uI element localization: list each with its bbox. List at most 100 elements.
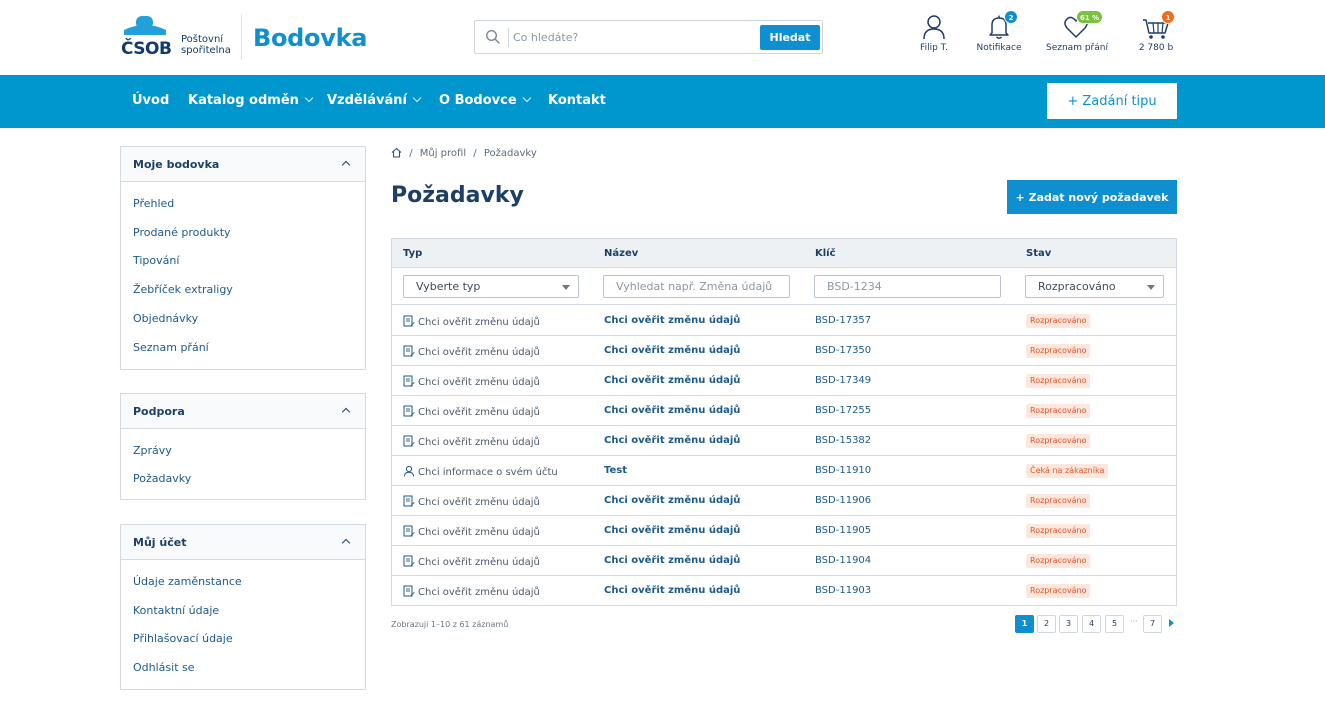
csob-logo[interactable]: ČSOB Poštovní spořitelna [121, 16, 231, 60]
brand-name[interactable]: Bodovka [253, 24, 367, 52]
breadcrumb-item-profil[interactable]: Můj profil [420, 148, 466, 159]
table-row[interactable]: Chci ověřit změnu údajů Chci ověřit změnu… [392, 306, 1176, 336]
table-row[interactable]: Chci ověřit změnu údajů Chci ověřit změnu… [392, 516, 1176, 546]
chevron-up-icon [341, 407, 351, 417]
status-badge: Rozpracováno [1026, 584, 1091, 598]
page-button-5[interactable]: 5 [1105, 615, 1124, 633]
nav-item-uvod[interactable]: Úvod [132, 93, 169, 108]
row-key-link[interactable]: BSD-17255 [815, 405, 871, 416]
page-button-4[interactable]: 4 [1082, 615, 1101, 633]
row-key-link[interactable]: BSD-11906 [815, 495, 871, 506]
row-key-link[interactable]: BSD-11905 [815, 525, 871, 536]
table-row[interactable]: Chci informace o svém účtu Test BSD-11910 Č… [392, 456, 1176, 486]
row-name-link[interactable]: Chci ověřit změnu údajů [604, 405, 740, 416]
status-badge: Rozpracováno [1026, 524, 1091, 538]
row-name-link[interactable]: Chci ověřit změnu údajů [604, 345, 740, 356]
sidebar-item-pozadavky[interactable]: Požadavky [133, 472, 191, 485]
sidebar-item-zebricek[interactable]: Žebříček extraligy [133, 283, 233, 296]
sidebar-section-header[interactable]: Můj účet [121, 525, 365, 560]
main-nav: Úvod Katalog odměn Vzdělávání O Bodovce … [0, 75, 1325, 128]
home-icon[interactable] [391, 147, 405, 159]
table-row[interactable]: Chci ověřit změnu údajů Chci ověřit změnu… [392, 426, 1176, 456]
row-name-link[interactable]: Chci ověřit změnu údajů [604, 315, 740, 326]
row-type: Chci ověřit změnu údajů [403, 375, 540, 388]
sidebar-item-udaje-zamestnance[interactable]: Údaje zaměnstance [133, 575, 242, 588]
row-name-link[interactable]: Chci ověřit změnu údajů [604, 495, 740, 506]
chevron-down-icon [412, 93, 422, 103]
column-header-status: Stav [1026, 248, 1052, 259]
nav-item-o-bodovce[interactable]: O Bodovce [439, 93, 531, 108]
row-key-link[interactable]: BSD-15382 [815, 435, 871, 446]
table-row[interactable]: Chci ověřit změnu údajů Chci ověřit změnu… [392, 486, 1176, 516]
status-badge: Rozpracováno [1026, 404, 1091, 418]
row-key-link[interactable]: BSD-11903 [815, 585, 871, 596]
document-edit-icon [403, 375, 415, 387]
page-button-1[interactable]: 1 [1015, 615, 1034, 633]
name-filter-input[interactable]: Vyhledat např. Změna údajů [603, 275, 790, 298]
status-filter-select[interactable]: Rozpracováno [1025, 275, 1164, 298]
sidebar-item-objednavky[interactable]: Objednávky [133, 312, 198, 325]
row-key-link[interactable]: BSD-17350 [815, 345, 871, 356]
nav-item-vzdelavani[interactable]: Vzdělávání [327, 93, 422, 108]
row-name-link[interactable]: Chci ověřit změnu údajů [604, 375, 740, 386]
add-tip-button[interactable]: + Zadání tipu [1047, 83, 1177, 119]
row-name-link[interactable]: Chci ověřit změnu údajů [604, 525, 740, 536]
row-key-link[interactable]: BSD-11910 [815, 465, 871, 476]
breadcrumb-separator: / [473, 148, 477, 159]
status-badge: Rozpracováno [1026, 344, 1091, 358]
row-type: Chci ověřit změnu údajů [403, 345, 540, 358]
type-filter-select[interactable]: Vyberte typ [403, 275, 579, 298]
sidebar-item-kontaktni-udaje[interactable]: Kontaktní údaje [133, 604, 219, 617]
status-badge: Rozpracováno [1026, 554, 1091, 568]
table-row[interactable]: Chci ověřit změnu údajů Chci ověřit změnu… [392, 396, 1176, 426]
column-header-type: Typ [403, 248, 423, 259]
sidebar-item-tipovani[interactable]: Tipování [133, 254, 179, 267]
nav-item-kontakt[interactable]: Kontakt [548, 93, 606, 108]
table-row[interactable]: Chci ověřit změnu údajů Chci ověřit změnu… [392, 546, 1176, 576]
status-badge: Rozpracováno [1026, 494, 1091, 508]
document-edit-icon [403, 585, 415, 597]
new-request-button[interactable]: + Zadat nový požadavek [1007, 180, 1177, 214]
document-edit-icon [403, 555, 415, 567]
sidebar-item-seznam-prani[interactable]: Seznam přání [133, 341, 209, 354]
row-name-link[interactable]: Test [604, 465, 627, 476]
status-badge: Rozpracováno [1026, 434, 1091, 448]
breadcrumb-separator: / [409, 148, 413, 159]
page-button-2[interactable]: 2 [1037, 615, 1056, 633]
wishlist-label: Seznam přání [1046, 43, 1108, 53]
row-type: Chci ověřit změnu údajů [403, 405, 540, 418]
search-input[interactable] [513, 26, 753, 48]
breadcrumb: / Můj profil / Požadavky [391, 147, 541, 159]
wishlist-badge: 61 % [1076, 10, 1104, 24]
sidebar-item-prihlasovaci-udaje[interactable]: Přihlašovací údaje [133, 632, 233, 645]
sidebar-item-zpravy[interactable]: Zprávy [133, 444, 172, 457]
row-key-link[interactable]: BSD-11904 [815, 555, 871, 566]
row-name-link[interactable]: Chci ověřit změnu údajů [604, 585, 740, 596]
table-row[interactable]: Chci ověřit změnu údajů Chci ověřit změnu… [392, 576, 1176, 606]
sidebar-item-prehled[interactable]: Přehled [133, 197, 174, 210]
table-row[interactable]: Chci ověřit změnu údajů Chci ověřit změnu… [392, 366, 1176, 396]
row-name-link[interactable]: Chci ověřit změnu údajů [604, 555, 740, 566]
search-button[interactable]: Hledat [760, 25, 820, 50]
table-row[interactable]: Chci ověřit změnu údajů Chci ověřit změnu… [392, 336, 1176, 366]
row-key-link[interactable]: BSD-17357 [815, 315, 871, 326]
user-menu[interactable]: Filip T. [913, 14, 955, 53]
sidebar-section-header[interactable]: Moje bodovka [121, 147, 365, 182]
requests-table: Typ Název Klíč Stav Vyberte typ Vyhledat… [391, 238, 1177, 606]
row-key-link[interactable]: BSD-17349 [815, 375, 871, 386]
row-type: Chci ověřit změnu údajů [403, 435, 540, 448]
key-filter-input[interactable]: BSD-1234 [814, 275, 1001, 298]
nav-item-katalog[interactable]: Katalog odměn [188, 93, 314, 108]
row-type: Chci informace o svém účtu [403, 465, 558, 478]
sidebar-item-odhlasit[interactable]: Odhlásit se [133, 661, 195, 674]
sidebar-section-podpora: Podpora Zprávy Požadavky [120, 393, 366, 500]
sidebar-item-prodane-produkty[interactable]: Prodané produkty [133, 226, 231, 239]
row-name-link[interactable]: Chci ověřit změnu údajů [604, 435, 740, 446]
next-page-icon[interactable] [1169, 619, 1174, 627]
page-button-7[interactable]: 7 [1143, 615, 1162, 633]
row-type: Chci ověřit změnu údajů [403, 525, 540, 538]
sidebar-section-header[interactable]: Podpora [121, 394, 365, 429]
breadcrumb-item-current: Požadavky [483, 148, 537, 159]
page-button-3[interactable]: 3 [1059, 615, 1078, 633]
document-edit-icon [403, 435, 415, 447]
